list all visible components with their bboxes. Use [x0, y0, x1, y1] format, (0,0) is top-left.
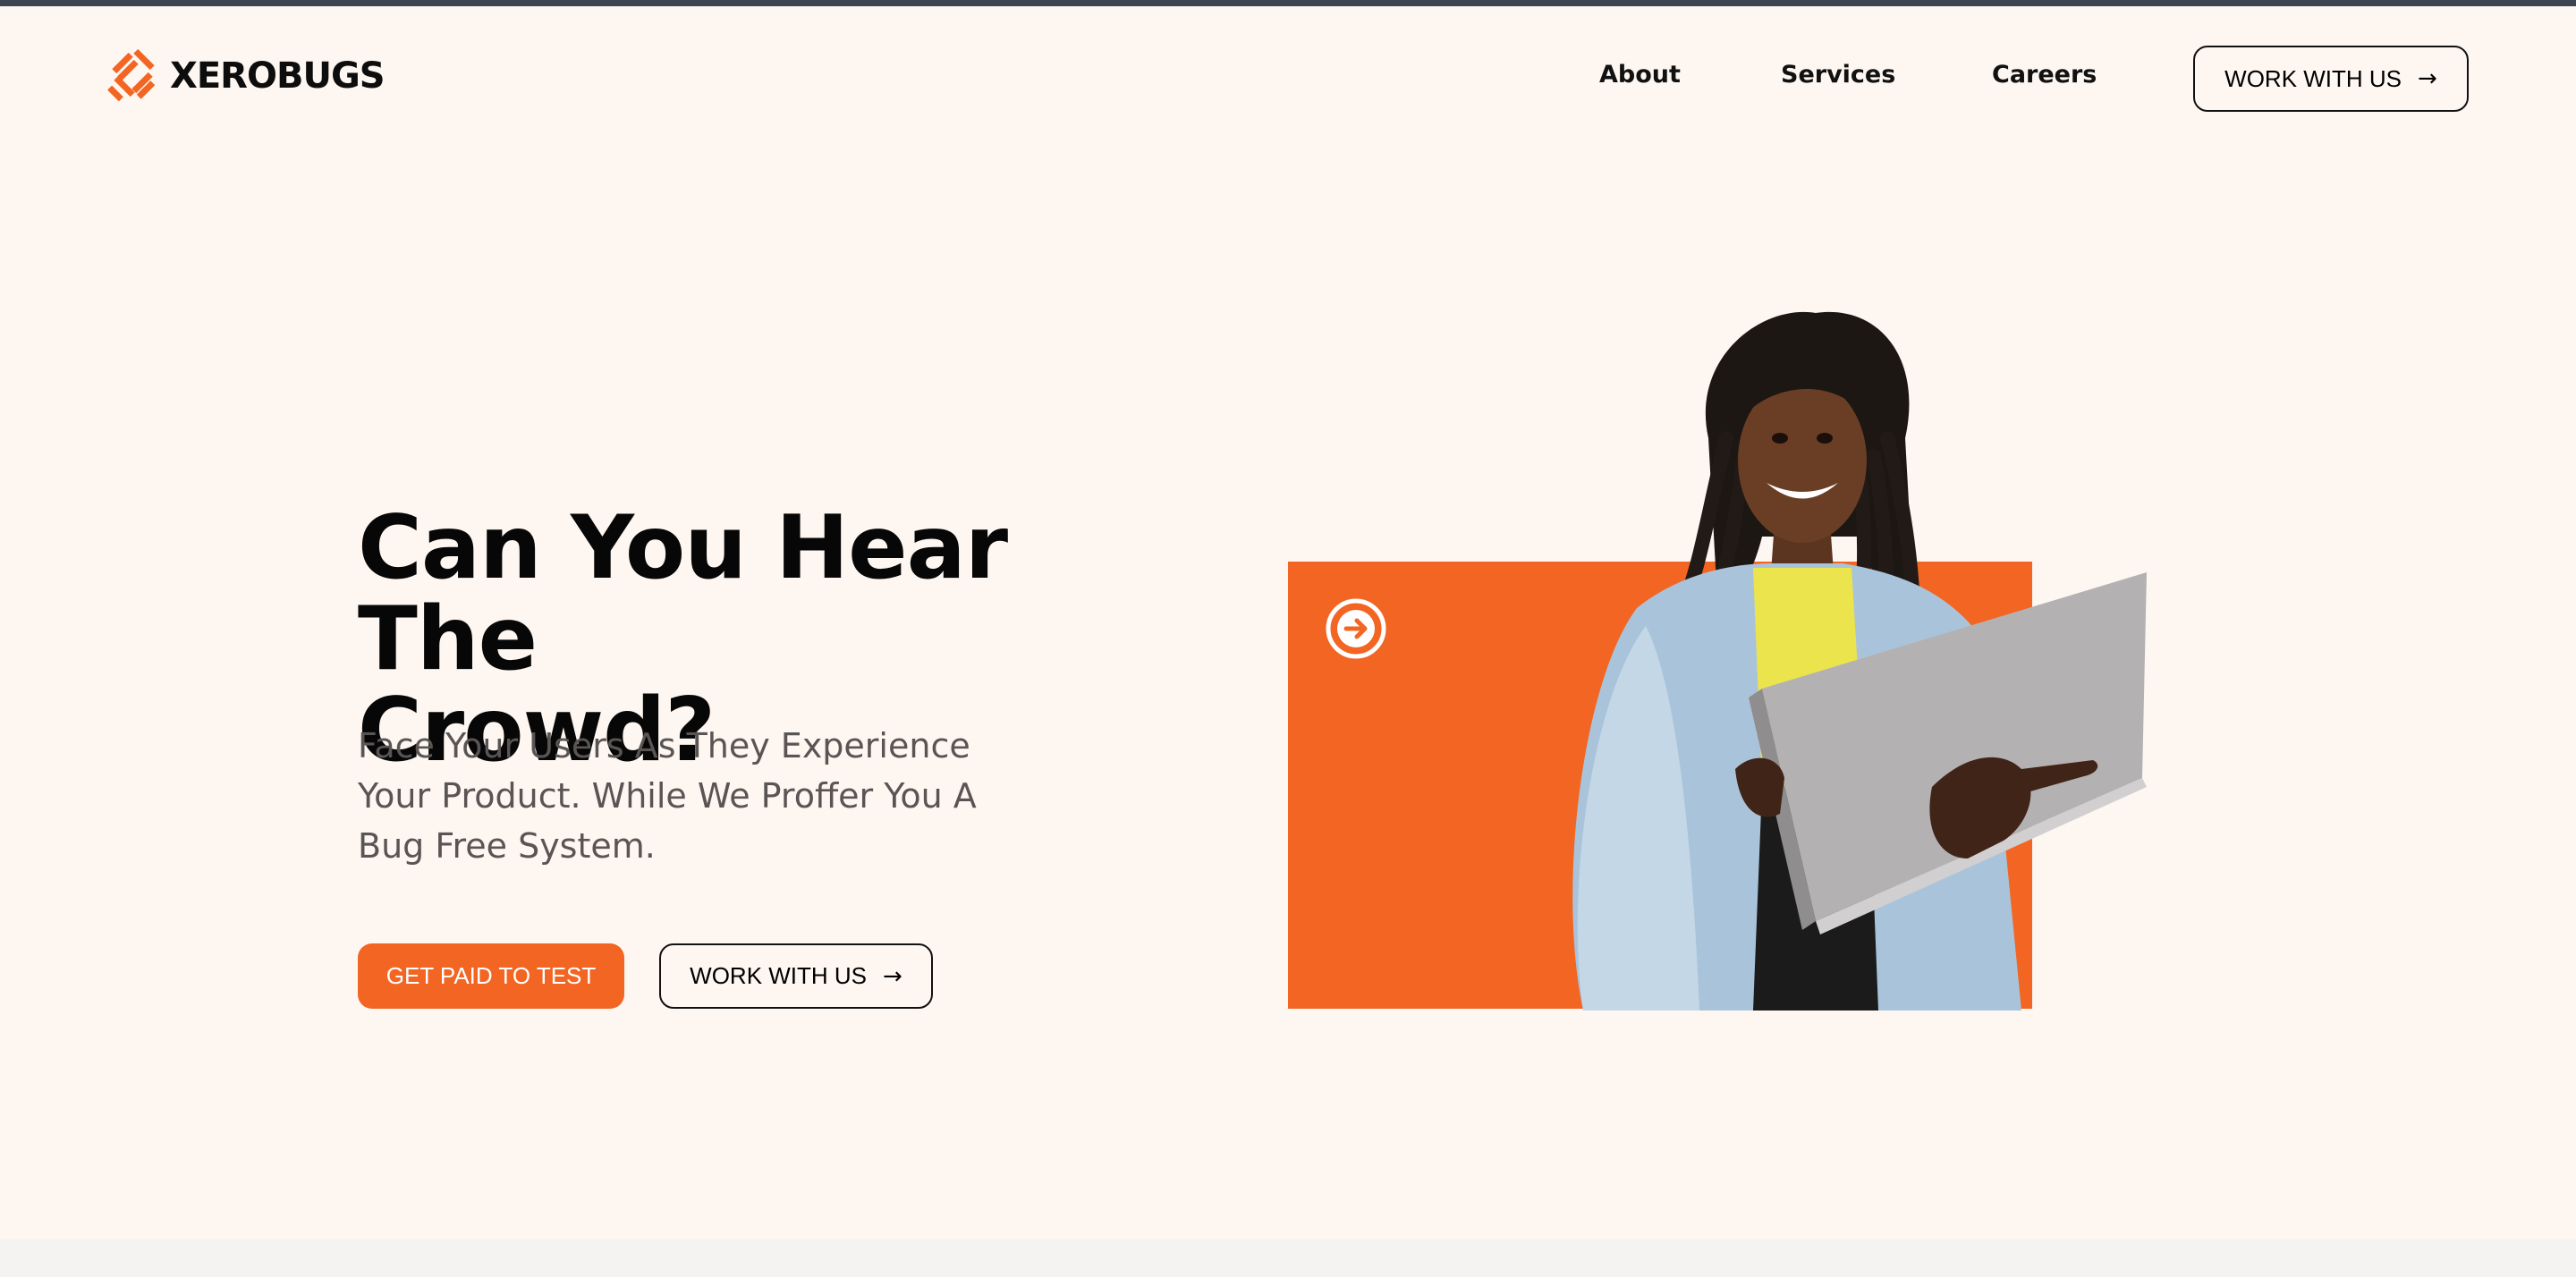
hero-subtitle: Face Your Users As They Experience Your …: [358, 726, 977, 866]
logo[interactable]: XEROBUGS: [106, 45, 386, 107]
hero-person-with-laptop-image: [1572, 311, 2147, 1011]
get-paid-to-test-label: GET PAID TO TEST: [386, 962, 597, 989]
bottom-section-edge: [0, 1239, 2576, 1277]
get-paid-to-test-button[interactable]: GET PAID TO TEST: [358, 943, 624, 1009]
nav-services[interactable]: Services: [1781, 61, 1895, 89]
hero-work-with-us-label: WORK WITH US: [690, 962, 868, 989]
nav-about[interactable]: About: [1599, 61, 1681, 89]
nav-careers[interactable]: Careers: [1992, 61, 2097, 89]
hero-title-line1: Can You Hear The: [358, 497, 1008, 690]
top-border: [0, 0, 2576, 6]
xerobugs-logo-icon: [107, 48, 156, 102]
header-work-with-us-button[interactable]: WORK WITH US →: [2193, 46, 2469, 112]
arrow-right-icon: →: [883, 962, 902, 990]
circle-arrow-right-icon[interactable]: [1325, 597, 1387, 660]
header-work-with-us-label: WORK WITH US: [2224, 64, 2402, 92]
hero-work-with-us-button[interactable]: WORK WITH US →: [659, 943, 933, 1009]
logo-text: XEROBUGS: [170, 55, 386, 97]
arrow-right-icon: →: [2418, 65, 2437, 92]
